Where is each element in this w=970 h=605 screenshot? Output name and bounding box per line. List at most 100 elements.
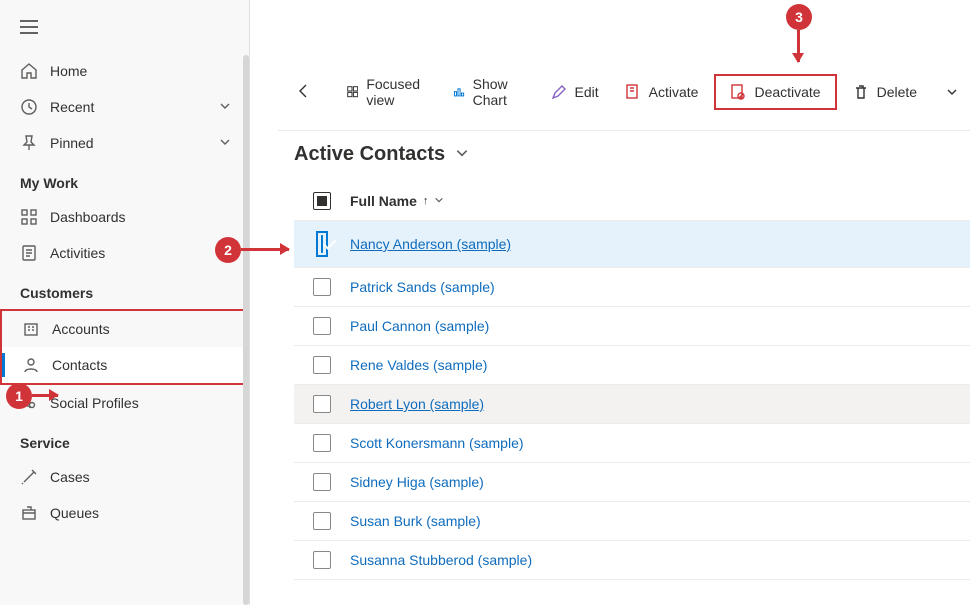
table-row[interactable]: Paul Cannon (sample) xyxy=(294,307,970,346)
nav-pinned-label: Pinned xyxy=(50,135,219,151)
edit-icon xyxy=(551,84,567,100)
chevron-down-icon xyxy=(219,99,233,115)
column-fullname[interactable]: Full Name ↑ xyxy=(342,193,444,209)
contact-link[interactable]: Sidney Higa (sample) xyxy=(342,474,484,490)
callout-2: 2 xyxy=(215,237,241,263)
hamburger-menu[interactable] xyxy=(0,12,249,53)
sidebar: Home Recent Pinned My Work Dashboards Ac… xyxy=(0,0,250,605)
chevron-down-icon xyxy=(219,135,233,151)
callout-box-3: Deactivate xyxy=(714,74,836,110)
nav-accounts-label: Accounts xyxy=(52,321,231,337)
contact-link[interactable]: Susanna Stubberod (sample) xyxy=(342,552,532,568)
contact-link[interactable]: Scott Konersmann (sample) xyxy=(342,435,524,451)
chevron-down-icon xyxy=(455,146,469,163)
nav-dashboards-label: Dashboards xyxy=(50,209,233,225)
table-row[interactable]: Susan Burk (sample) xyxy=(294,502,970,541)
accounts-icon xyxy=(22,320,40,338)
nav-recent[interactable]: Recent xyxy=(0,89,249,125)
pin-icon xyxy=(20,134,38,152)
select-all-checkbox[interactable] xyxy=(313,192,331,210)
delete-label: Delete xyxy=(877,84,917,100)
table-row[interactable]: Susanna Stubberod (sample) xyxy=(294,541,970,580)
edit-label: Edit xyxy=(575,84,599,100)
toolbar: Focused view Show Chart Edit Activate De… xyxy=(278,54,970,131)
show-chart-label: Show Chart xyxy=(473,76,525,108)
nav-queues-label: Queues xyxy=(50,505,233,521)
row-checkbox[interactable] xyxy=(313,278,331,296)
delete-icon xyxy=(853,84,869,100)
table-row[interactable]: Scott Konersmann (sample) xyxy=(294,424,970,463)
activate-label: Activate xyxy=(649,84,699,100)
callout-3-arrow xyxy=(797,30,800,62)
focused-view-button[interactable]: Focused view xyxy=(337,70,437,114)
table-row[interactable]: Patrick Sands (sample) xyxy=(294,268,970,307)
focused-view-icon xyxy=(347,84,358,100)
focused-view-label: Focused view xyxy=(366,76,427,108)
main-area: Focused view Show Chart Edit Activate De… xyxy=(262,0,970,605)
contacts-icon xyxy=(22,356,40,374)
chart-icon xyxy=(453,84,464,100)
nav-cases-label: Cases xyxy=(50,469,233,485)
deactivate-icon xyxy=(730,84,746,100)
deactivate-label: Deactivate xyxy=(754,84,820,100)
row-checkbox[interactable] xyxy=(313,395,331,413)
content-area: Active Contacts Full Name ↑ Nancy Anders… xyxy=(262,131,970,580)
view-title-text: Active Contacts xyxy=(294,143,445,166)
chevron-down-icon xyxy=(434,195,444,208)
row-checkbox[interactable] xyxy=(313,512,331,530)
scrollbar[interactable] xyxy=(243,55,249,605)
view-selector[interactable]: Active Contacts xyxy=(294,143,970,182)
activate-icon xyxy=(625,84,641,100)
show-chart-button[interactable]: Show Chart xyxy=(443,70,534,114)
contact-link[interactable]: Robert Lyon (sample) xyxy=(342,396,484,412)
section-service: Service xyxy=(0,421,249,459)
deactivate-button[interactable]: Deactivate xyxy=(724,80,826,104)
contact-link[interactable]: Nancy Anderson (sample) xyxy=(342,236,511,252)
table-row[interactable]: Sidney Higa (sample) xyxy=(294,463,970,502)
row-checkbox[interactable] xyxy=(321,235,323,253)
nav-accounts[interactable]: Accounts xyxy=(2,311,247,347)
nav-contacts[interactable]: Contacts xyxy=(2,347,247,383)
row-checkbox[interactable] xyxy=(313,356,331,374)
grid-body: Nancy Anderson (sample) Patrick Sands (s… xyxy=(294,221,970,580)
queues-icon xyxy=(20,504,38,522)
nav-social-label: Social Profiles xyxy=(50,395,233,411)
section-customers: Customers xyxy=(0,271,249,309)
nav-queues[interactable]: Queues xyxy=(0,495,249,531)
contact-link[interactable]: Susan Burk (sample) xyxy=(342,513,481,529)
row-checkbox[interactable] xyxy=(313,551,331,569)
contact-link[interactable]: Paul Cannon (sample) xyxy=(342,318,489,334)
section-mywork: My Work xyxy=(0,161,249,199)
activate-button[interactable]: Activate xyxy=(615,78,709,106)
nav-activities[interactable]: Activities xyxy=(0,235,249,271)
back-button[interactable] xyxy=(286,77,322,108)
nav-home[interactable]: Home xyxy=(0,53,249,89)
table-row[interactable]: Robert Lyon (sample) xyxy=(294,385,970,424)
contact-link[interactable]: Rene Valdes (sample) xyxy=(342,357,487,373)
nav-home-label: Home xyxy=(50,63,233,79)
contact-link[interactable]: Patrick Sands (sample) xyxy=(342,279,495,295)
column-fullname-label: Full Name xyxy=(350,193,417,209)
nav-cases[interactable]: Cases xyxy=(0,459,249,495)
edit-button[interactable]: Edit xyxy=(541,78,609,106)
callout-1: 1 xyxy=(6,383,32,409)
nav-pinned[interactable]: Pinned xyxy=(0,125,249,161)
row-checkbox[interactable] xyxy=(313,434,331,452)
row-checkbox[interactable] xyxy=(313,317,331,335)
row-checkbox[interactable] xyxy=(313,473,331,491)
dashboard-icon xyxy=(20,208,38,226)
activities-icon xyxy=(20,244,38,262)
cases-icon xyxy=(20,468,38,486)
table-row[interactable]: Nancy Anderson (sample) xyxy=(294,221,970,268)
delete-button[interactable]: Delete xyxy=(843,78,927,106)
sort-ascending-icon: ↑ xyxy=(423,195,429,207)
delete-split-button[interactable] xyxy=(942,80,962,104)
table-row[interactable]: Rene Valdes (sample) xyxy=(294,346,970,385)
nav-social[interactable]: Social Profiles xyxy=(0,385,249,421)
home-icon xyxy=(20,62,38,80)
callout-2-arrow xyxy=(241,248,289,251)
nav-recent-label: Recent xyxy=(50,99,219,115)
grid-header: Full Name ↑ xyxy=(294,182,970,221)
callout-3: 3 xyxy=(786,4,812,30)
nav-dashboards[interactable]: Dashboards xyxy=(0,199,249,235)
